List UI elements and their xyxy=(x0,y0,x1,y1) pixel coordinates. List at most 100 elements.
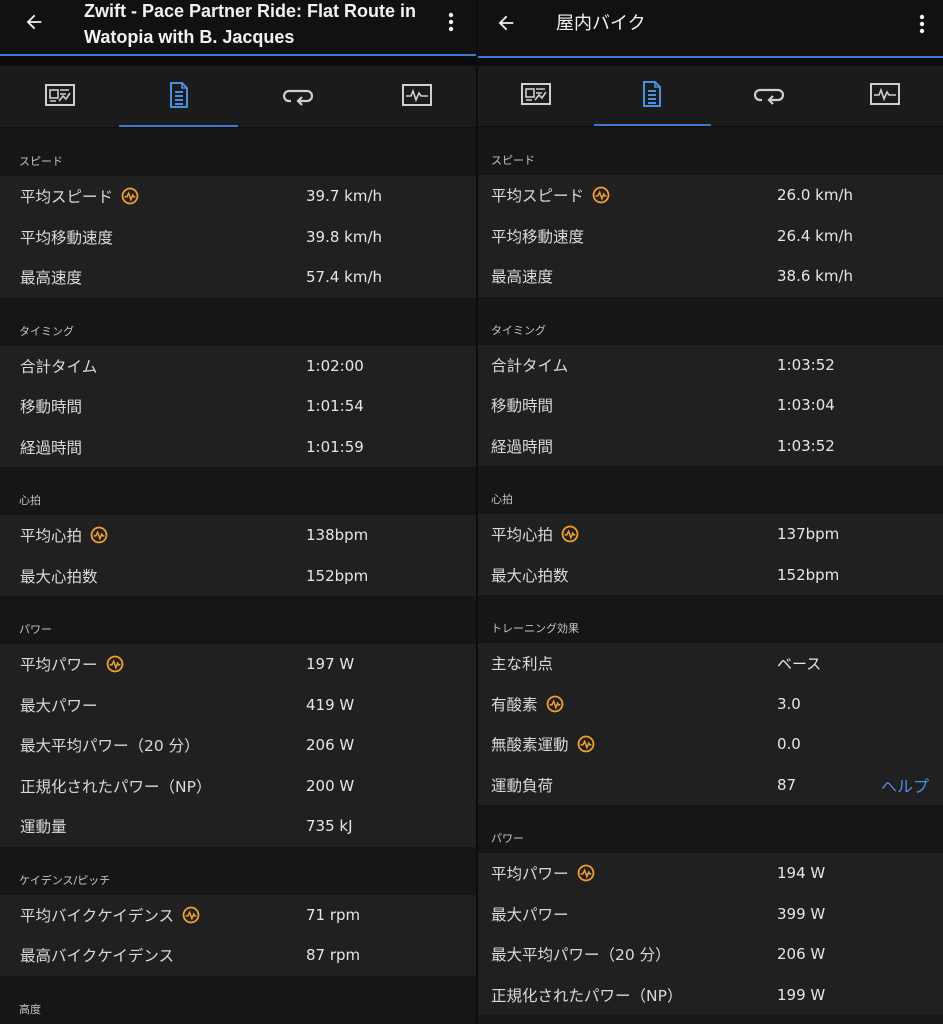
section-rows: 平均パワー 194 W 最大パワー 399 W 最大平均パワー（20 分） 206 W 正規… xyxy=(478,853,943,1015)
stat-label: 平均パワー xyxy=(20,656,98,675)
section-header: スピード xyxy=(0,128,476,176)
more-menu-icon[interactable] xyxy=(441,8,461,36)
stat-label-wrap: 正規化されたパワー（NP） xyxy=(20,775,211,797)
stat-label-wrap: 運動負荷 xyxy=(491,774,553,796)
stat-value: 39.7 km/h xyxy=(306,187,383,206)
performance-badge-icon xyxy=(546,695,563,713)
laps-icon xyxy=(282,84,313,110)
details-list: スピード平均スピード 39.7 km/h 平均移動速度 39.8 km/h 最高速度 57… xyxy=(0,128,476,1024)
stat-value: 194 W xyxy=(777,864,826,883)
stat-value: 419 W xyxy=(306,695,355,714)
section-rows: 合計タイム 1:03:52 移動時間 1:03:04 経過時間 1:03:52 xyxy=(478,344,943,466)
badge-wrap[interactable] xyxy=(98,655,124,673)
stat-row: 平均心拍 138bpm xyxy=(0,515,476,556)
stat-label: 最大平均パワー（20 分） xyxy=(20,737,200,756)
stat-label-wrap: 主な利点 xyxy=(491,652,553,674)
stat-label: 移動時間 xyxy=(491,397,554,416)
stat-value: 399 W xyxy=(777,904,826,923)
stat-label-wrap: 無酸素運動 xyxy=(491,733,595,755)
details-list: スピード 平均スピード 26.0 km/h 平均移動速度 26.4 km/h 最高速度 38… xyxy=(478,127,943,1015)
stat-value: 206 W xyxy=(777,945,826,964)
stat-label: 最大心拍数 xyxy=(491,566,569,585)
tab-details[interactable] xyxy=(119,66,238,127)
stat-label-wrap: 最高速度 xyxy=(20,266,82,288)
details-icon xyxy=(169,81,189,113)
stat-label: 主な利点 xyxy=(491,655,554,674)
stat-label-wrap: 平均移動速度 xyxy=(20,226,113,248)
section-header: パワー xyxy=(478,805,943,853)
stat-row: 正規化されたパワー（NP） 199 W xyxy=(478,975,943,1016)
stat-label: 平均パワー xyxy=(491,865,569,884)
badge-wrap[interactable] xyxy=(569,735,595,753)
stat-label: 最大平均パワー（20 分） xyxy=(491,946,671,965)
stat-value: 39.8 km/h xyxy=(306,227,383,246)
stat-value: 1:01:59 xyxy=(306,437,364,456)
badge-wrap[interactable] xyxy=(584,186,610,204)
stat-row: 正規化されたパワー（NP） 200 W xyxy=(0,766,476,807)
stat-label: 合計タイム xyxy=(20,357,98,376)
stat-value: 57.4 km/h xyxy=(306,268,383,287)
stat-label-wrap: 運動量 xyxy=(20,815,67,837)
stat-label: 最高速度 xyxy=(20,269,83,288)
section-header: トレーニング効果 xyxy=(478,595,943,643)
stat-label-wrap: 最大パワー xyxy=(491,903,569,925)
stat-value: 0.0 xyxy=(777,735,801,754)
performance-badge-icon xyxy=(592,186,610,204)
section-rows: 平均心拍 138bpm 最大心拍数 152bpm xyxy=(0,515,476,596)
badge-wrap[interactable] xyxy=(569,864,595,882)
stat-label-wrap: 合計タイム xyxy=(20,355,97,377)
badge-wrap[interactable] xyxy=(82,526,108,544)
badge-wrap[interactable] xyxy=(113,187,139,205)
stat-label: 合計タイム xyxy=(491,356,569,375)
tab-details[interactable] xyxy=(594,66,711,126)
stat-label-wrap: 平均パワー xyxy=(491,862,595,884)
stat-row: 平均パワー 194 W xyxy=(478,853,943,894)
stat-label-wrap: 有酸素 xyxy=(491,693,564,715)
section-header: タイミング xyxy=(0,297,476,346)
tab-charts[interactable] xyxy=(357,66,476,127)
section-header: 心拍 xyxy=(0,467,476,515)
section-rows: 平均スピード 26.0 km/h 平均移動速度 26.4 km/h 最高速度 38.6 k… xyxy=(478,175,943,297)
stat-value: 38.6 km/h xyxy=(777,267,854,286)
stat-label: 正規化されたパワー（NP） xyxy=(491,986,683,1005)
stat-label: 運動量 xyxy=(20,818,67,837)
page-title: Zwift - Pace Partner Ride: Flat Route in… xyxy=(84,1,417,47)
stat-row: 平均心拍 137bpm xyxy=(478,514,943,555)
badge-wrap[interactable] xyxy=(174,906,200,924)
stat-label-wrap: 最高速度 xyxy=(491,265,553,287)
help-link[interactable]: ヘルプ xyxy=(881,773,929,797)
tab-overview[interactable] xyxy=(478,66,594,126)
laps-icon xyxy=(753,83,784,109)
stat-value: 1:01:54 xyxy=(306,397,364,416)
stat-row: 移動時間 1:01:54 xyxy=(0,386,476,427)
stat-value: 87 xyxy=(777,775,797,794)
section-header: タイミング xyxy=(478,296,943,345)
stat-value: 735 kJ xyxy=(306,817,353,836)
overview-icon xyxy=(521,83,552,109)
stat-label-wrap: 平均スピード xyxy=(491,184,610,206)
tab-laps[interactable] xyxy=(711,66,827,126)
stat-value: 1:03:04 xyxy=(777,396,835,415)
tab-laps[interactable] xyxy=(238,66,357,127)
badge-wrap[interactable] xyxy=(553,525,579,543)
stat-label: 最大心拍数 xyxy=(20,567,98,586)
back-arrow-icon[interactable] xyxy=(20,8,48,36)
section-rows: 平均バイクケイデンス 71 rpm 最高バイクケイデンス 87 rpm xyxy=(0,894,476,976)
badge-wrap[interactable] xyxy=(538,695,564,713)
stat-label: 平均心拍 xyxy=(20,527,83,546)
right-screen: 屋内バイク スピード 平均スピード 26.0 km/h 平均移動速度 26.4 km/h… xyxy=(478,0,943,1024)
stat-label: 平均スピード xyxy=(491,187,585,206)
tab-charts[interactable] xyxy=(827,66,943,126)
stat-value: 87 rpm xyxy=(306,946,361,965)
more-menu-icon[interactable] xyxy=(912,10,932,38)
stat-label-wrap: 平均パワー xyxy=(20,653,124,675)
app-bar: 屋内バイク xyxy=(478,0,943,58)
stat-label-wrap: 経過時間 xyxy=(20,436,82,458)
stat-label-wrap: 合計タイム xyxy=(491,354,568,376)
tab-overview[interactable] xyxy=(0,66,119,127)
stat-row: 主な利点 ベース xyxy=(478,643,943,684)
section-header: 心拍 xyxy=(478,466,943,514)
stat-label: 平均移動速度 xyxy=(491,227,585,246)
stat-label: 平均スピード xyxy=(20,188,114,207)
back-arrow-icon[interactable] xyxy=(492,9,520,37)
